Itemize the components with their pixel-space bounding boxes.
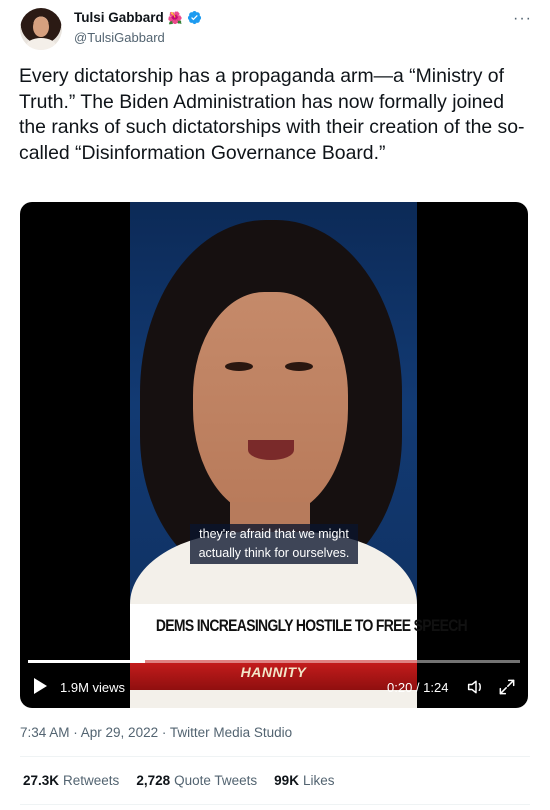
- video-progress-fill: [28, 660, 146, 663]
- video-right-eye-shape: [285, 362, 313, 371]
- video-lower-third-text: DEMS INCREASINGLY HOSTILE TO FREE SPEECH: [155, 616, 468, 635]
- video-view-count: 1.9M views: [60, 680, 126, 695]
- video-progress-bar[interactable]: [28, 660, 520, 663]
- divider: [20, 756, 530, 757]
- retweets-label: Retweets: [63, 773, 120, 788]
- retweets-stat[interactable]: 27.3K Retweets: [23, 773, 119, 788]
- play-icon[interactable]: [34, 678, 47, 694]
- author-handle[interactable]: @TulsiGabbard: [74, 30, 165, 45]
- video-time: 0:20 / 1:24: [387, 680, 449, 695]
- quote-tweets-label: Quote Tweets: [174, 773, 258, 788]
- author-name-row: Tulsi Gabbard 🌺: [74, 10, 202, 25]
- tweet-text: Every dictatorship has a propaganda arm—…: [19, 65, 525, 164]
- divider: [20, 804, 530, 805]
- video-face-shape: [193, 292, 348, 517]
- author-display-name[interactable]: Tulsi Gabbard: [74, 10, 164, 25]
- retweets-count: 27.3K: [23, 773, 60, 788]
- fullscreen-icon[interactable]: [497, 677, 517, 697]
- video-left-eye-shape: [225, 362, 253, 371]
- video-subtitle: they're afraid that we might actually th…: [190, 524, 358, 564]
- avatar-shoulders: [26, 38, 56, 50]
- engagement-stats: 27.3K Retweets 2,728 Quote Tweets 99K Likes: [23, 773, 334, 788]
- video-mouth-shape: [248, 440, 294, 460]
- video-lower-third: DEMS INCREASINGLY HOSTILE TO FREE SPEECH: [130, 604, 468, 660]
- likes-label: Likes: [302, 773, 335, 788]
- video-player[interactable]: they're afraid that we might actually th…: [20, 202, 528, 708]
- verified-badge-icon: [187, 10, 201, 25]
- tweet-timestamp[interactable]: 7:34 AM · Apr 29, 2022 · Twitter Media S…: [20, 725, 292, 740]
- likes-stat[interactable]: 99K Likes: [274, 773, 334, 788]
- hibiscus-emoji: 🌺: [167, 10, 183, 25]
- tweet: Tulsi Gabbard 🌺 @TulsiGabbard ··· Every …: [0, 0, 550, 810]
- avatar[interactable]: [20, 8, 62, 50]
- likes-count: 99K: [274, 773, 299, 788]
- avatar-face: [33, 17, 49, 37]
- volume-icon[interactable]: [466, 678, 486, 696]
- video-controls: 1.9M views 0:20 / 1:24: [20, 672, 528, 702]
- quote-tweets-count: 2,728: [136, 773, 171, 788]
- quote-tweets-stat[interactable]: 2,728 Quote Tweets: [136, 773, 257, 788]
- more-options-icon[interactable]: ···: [513, 10, 532, 28]
